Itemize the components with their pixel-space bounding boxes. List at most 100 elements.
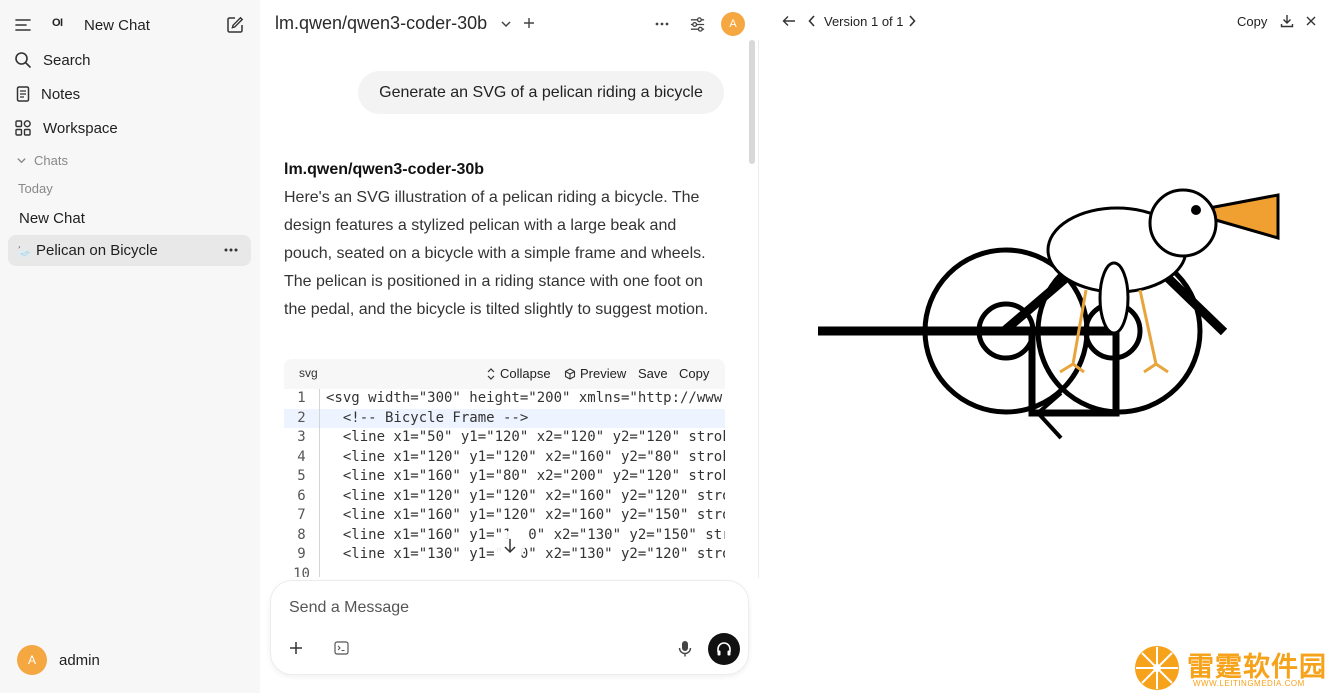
expand-collapse-icon bbox=[487, 367, 495, 380]
preview-button[interactable]: Preview bbox=[564, 366, 626, 381]
arrow-left-icon bbox=[782, 16, 795, 26]
message-input[interactable]: Send a Message bbox=[289, 599, 409, 617]
workspace-icon bbox=[15, 120, 31, 136]
more-options-button[interactable] bbox=[654, 17, 670, 31]
line-number: 7 bbox=[284, 506, 320, 526]
notes-icon bbox=[16, 86, 30, 102]
close-panel-button[interactable] bbox=[1305, 15, 1317, 27]
model-name: lm.qwen/qwen3-coder-30b bbox=[275, 13, 488, 33]
sidebar-toggle-button[interactable] bbox=[14, 16, 32, 34]
headphones-icon bbox=[717, 642, 731, 656]
code-line: 1 <svg width="300" height="200" xmlns="ht… bbox=[284, 389, 725, 409]
code-block-header: svg Collapse Preview Save Copy bbox=[284, 359, 725, 386]
pelican-drawing bbox=[1046, 188, 1280, 374]
search-icon bbox=[15, 52, 31, 68]
line-number: 9 bbox=[284, 545, 320, 565]
code-text: <line x1="120" y1="120" x2="160" y2="120… bbox=[326, 487, 725, 504]
code-text: <line x1="50" y1="120" x2="120" y2="120"… bbox=[326, 429, 725, 445]
line-number: 8 bbox=[284, 525, 320, 545]
message-composer: Send a Message bbox=[270, 580, 749, 675]
code-interpreter-button[interactable] bbox=[334, 641, 349, 655]
add-model-button[interactable] bbox=[523, 17, 535, 29]
plus-icon bbox=[524, 18, 534, 28]
chat-item-label: New Chat bbox=[19, 210, 85, 227]
chat-scrollbar[interactable] bbox=[749, 40, 755, 164]
assistant-model-name: lm.qwen/qwen3-coder-30b bbox=[284, 161, 485, 178]
code-language: svg bbox=[299, 366, 318, 380]
back-button[interactable] bbox=[782, 14, 796, 28]
microphone-icon bbox=[678, 641, 692, 657]
code-line: 7 <line x1="160" y1="120" x2="160" y2="1… bbox=[284, 506, 725, 526]
code-text: <!-- Bicycle Frame --> bbox=[326, 409, 529, 426]
chats-section-toggle[interactable]: Chats bbox=[16, 153, 68, 168]
line-number: 10 bbox=[284, 564, 320, 577]
chat-emoji-icon: 🦢 bbox=[17, 243, 32, 258]
chat-item-new-chat[interactable]: New Chat bbox=[8, 203, 251, 234]
code-line: 3 <line x1="50" y1="120" x2="120" y2="12… bbox=[284, 428, 725, 448]
collapse-label: Collapse bbox=[500, 366, 551, 381]
sidebar-item-notes[interactable]: Notes bbox=[14, 85, 80, 103]
chat-main: lm.qwen/qwen3-coder-30b A Generate an SV… bbox=[260, 0, 768, 693]
sidebar-item-label: Workspace bbox=[43, 119, 118, 137]
chats-header: Chats bbox=[34, 153, 68, 168]
fork bbox=[1164, 274, 1228, 336]
eye bbox=[1191, 205, 1201, 215]
sliders-icon bbox=[690, 17, 705, 32]
wing bbox=[1098, 261, 1130, 335]
attach-button[interactable] bbox=[289, 641, 303, 655]
code-line: 6 <line x1="120" y1="120" x2="160" y2="1… bbox=[284, 486, 725, 506]
new-chat-link[interactable]: New Chat bbox=[84, 17, 150, 34]
pelican-bicycle-preview bbox=[818, 188, 1280, 440]
user-menu[interactable]: A admin bbox=[17, 645, 100, 675]
sidebar-item-search[interactable]: Search bbox=[14, 51, 91, 69]
menu-icon bbox=[15, 19, 31, 31]
next-version-button[interactable] bbox=[907, 14, 917, 28]
chevron-left-icon bbox=[808, 15, 815, 27]
line-number: 3 bbox=[284, 428, 320, 448]
cube-icon bbox=[564, 367, 576, 380]
collapse-button[interactable]: Collapse bbox=[486, 366, 551, 381]
user-message-bubble: Generate an SVG of a pelican riding a bi… bbox=[358, 71, 724, 114]
download-button[interactable] bbox=[1280, 14, 1294, 28]
more-horizontal-icon bbox=[655, 22, 669, 26]
previous-version-button[interactable] bbox=[807, 14, 817, 28]
arrow-down-icon bbox=[504, 539, 516, 554]
watermark-logo-icon bbox=[1135, 646, 1179, 690]
code-line: 10 bbox=[284, 564, 725, 578]
line-number: 1 bbox=[284, 389, 320, 409]
sidebar-item-label: Search bbox=[43, 51, 91, 69]
model-dropdown-button[interactable] bbox=[500, 18, 512, 30]
head bbox=[1148, 188, 1218, 258]
assistant-message-text: Here's an SVG illustration of a pelican … bbox=[284, 189, 709, 318]
user-name: admin bbox=[59, 651, 100, 669]
voice-mode-button[interactable] bbox=[708, 633, 740, 665]
sidebar-item-label: Notes bbox=[41, 85, 81, 103]
chat-item-pelican[interactable]: 🦢 Pelican on Bicycle bbox=[8, 235, 251, 266]
preview-label: Preview bbox=[580, 366, 627, 381]
chevron-down-icon bbox=[501, 21, 511, 28]
save-button[interactable]: Save bbox=[638, 366, 668, 381]
copy-code-button[interactable]: Copy bbox=[679, 366, 709, 381]
line-number: 5 bbox=[284, 467, 320, 487]
chevron-right-icon bbox=[909, 15, 916, 27]
chat-item-label: Pelican on Bicycle bbox=[36, 242, 158, 259]
code-line: 4 <line x1="120" y1="120" x2="160" y2="8… bbox=[284, 447, 725, 467]
scroll-to-bottom-button[interactable] bbox=[495, 531, 525, 561]
copy-artifact-button[interactable]: Copy bbox=[1237, 14, 1267, 29]
controls-button[interactable] bbox=[689, 16, 706, 33]
code-line: 2 <!-- Bicycle Frame --> bbox=[284, 408, 725, 428]
edit-icon bbox=[227, 16, 244, 33]
version-label: Version 1 of 1 bbox=[824, 14, 904, 29]
line-number: 4 bbox=[284, 447, 320, 467]
watermark: 雷霆软件园 WWW.LEITINGMEDIA.COM bbox=[1131, 642, 1331, 693]
sidebar-item-workspace[interactable]: Workspace bbox=[14, 119, 118, 137]
voice-input-button[interactable] bbox=[678, 640, 692, 658]
new-chat-button[interactable] bbox=[226, 16, 244, 34]
chat-options-button[interactable] bbox=[223, 243, 239, 257]
watermark-url: WWW.LEITINGMEDIA.COM bbox=[1193, 679, 1305, 688]
model-selector[interactable]: lm.qwen/qwen3-coder-30b bbox=[275, 13, 487, 34]
user-message-text: Generate an SVG of a pelican riding a bi… bbox=[379, 83, 703, 101]
avatar[interactable]: A bbox=[721, 12, 745, 36]
scroll-track bbox=[758, 40, 759, 578]
